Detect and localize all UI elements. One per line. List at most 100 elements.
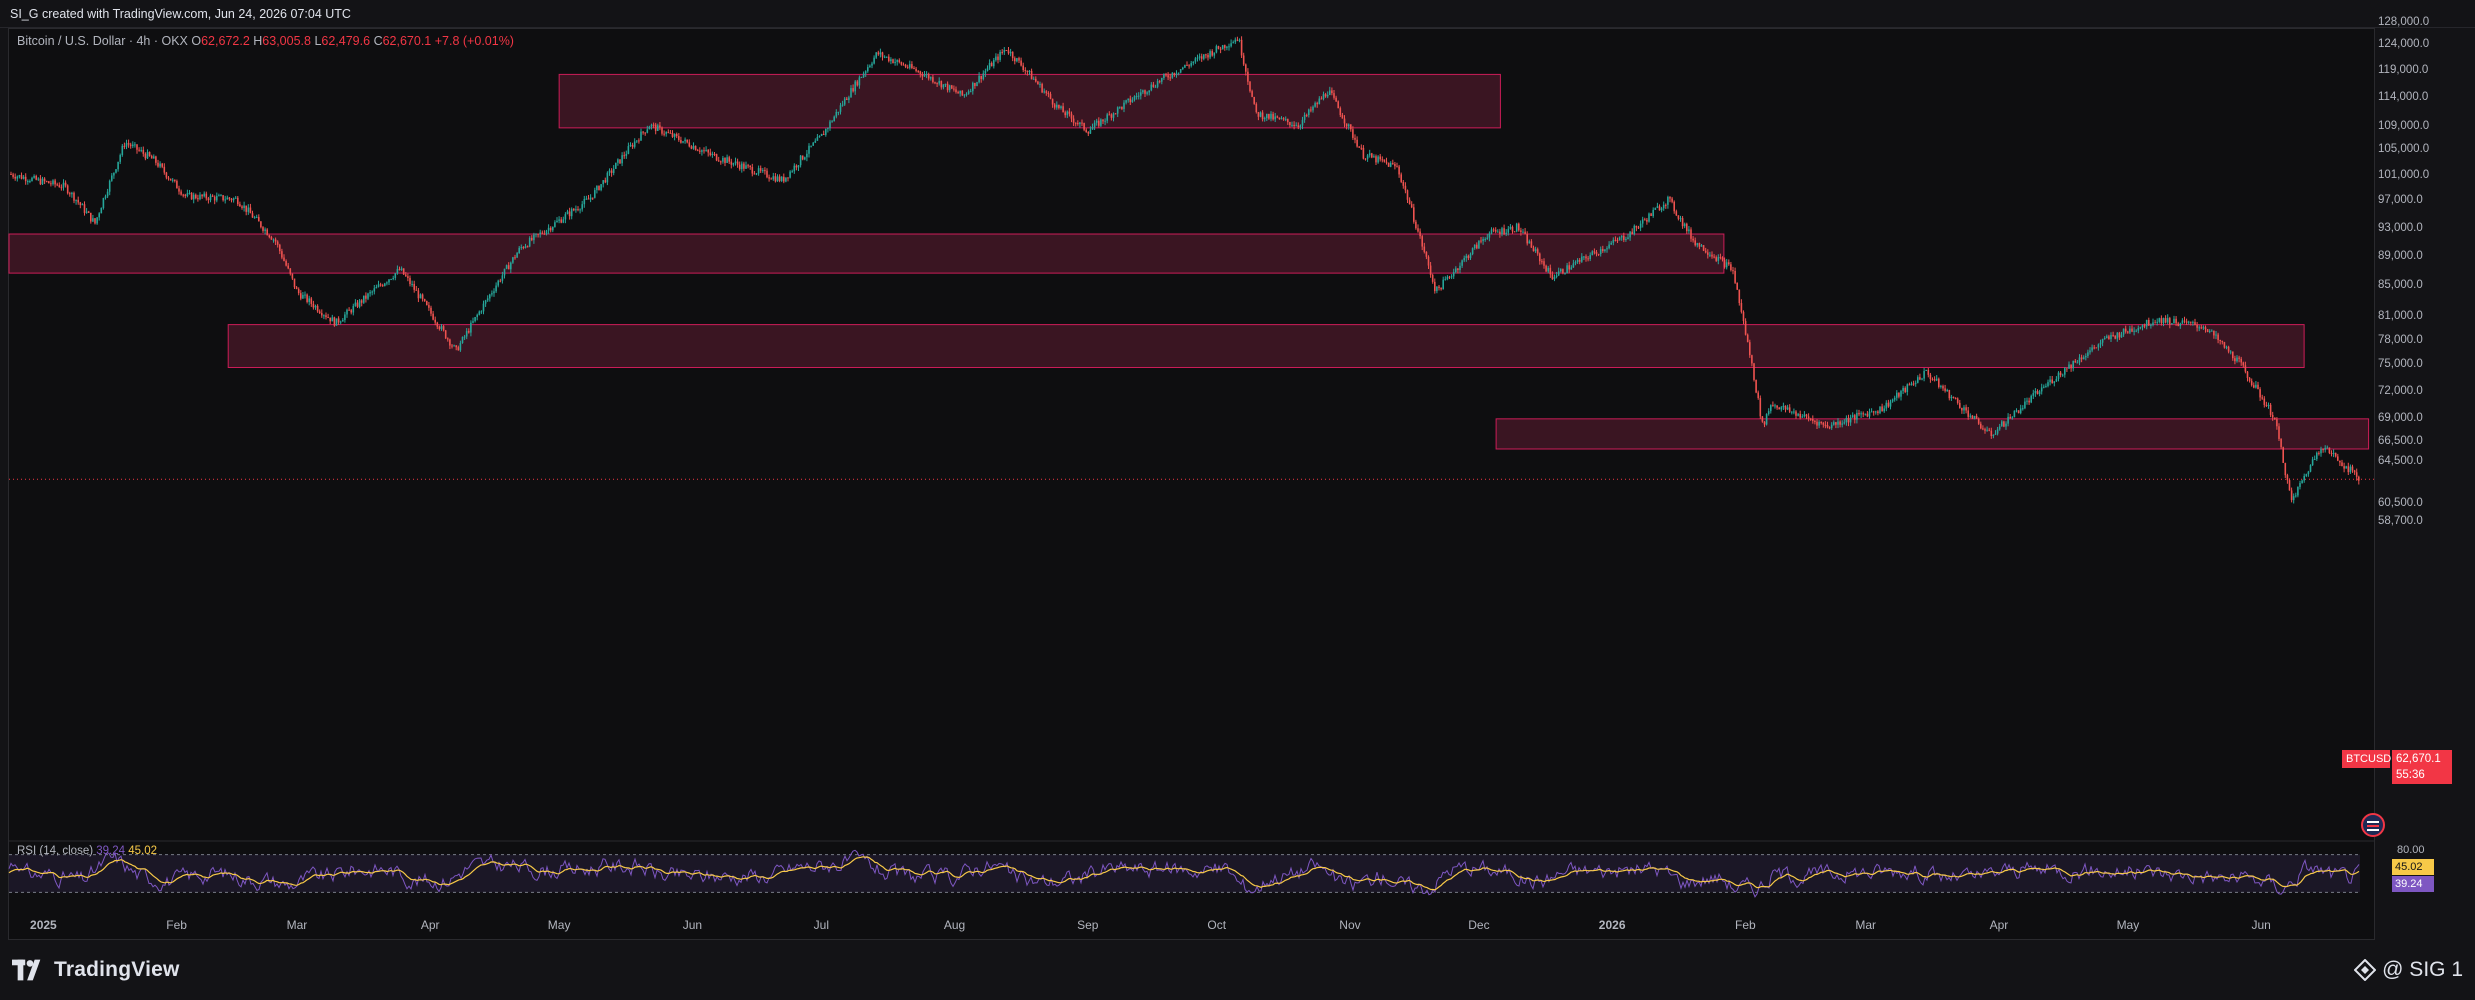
- candle-body-1114: [2349, 466, 2352, 473]
- candle-body-1004: [2118, 332, 2121, 338]
- candle-body-336: [715, 154, 718, 161]
- candle-body-156: [337, 318, 340, 323]
- candle-body-268: [573, 208, 575, 211]
- candle-body-778: [1644, 219, 1646, 221]
- candle-body-775: [1637, 227, 1640, 229]
- candle-body-725: [1532, 247, 1535, 252]
- candle-body-415: [881, 52, 884, 57]
- candle-body-911: [1923, 370, 1925, 379]
- candle-body-1055: [2225, 346, 2228, 348]
- candle-body-323: [688, 142, 691, 147]
- high-value: 63,005.8: [262, 34, 311, 48]
- candle-body-743: [1570, 267, 1573, 270]
- candle-body-1081: [2280, 438, 2282, 448]
- candle-body-250: [535, 233, 537, 235]
- candle-body-1074: [2265, 404, 2268, 406]
- y-tick-label-4: 109,000.0: [2378, 120, 2429, 132]
- candle-body-1005: [2120, 334, 2123, 338]
- candle-body-486: [1030, 70, 1033, 80]
- candle-body-471: [999, 51, 1001, 60]
- candle-body-348: [741, 163, 743, 170]
- candle-body-224: [480, 311, 483, 313]
- candle-body-255: [545, 230, 548, 235]
- candle-body-450: [955, 89, 957, 93]
- candle-body-601: [1272, 113, 1274, 120]
- candle-body-134: [291, 273, 294, 279]
- candle-body-532: [1127, 98, 1129, 101]
- candle-body-19: [50, 183, 52, 185]
- candle-body-483: [1024, 69, 1027, 71]
- x-tick-label-15: Apr: [1990, 918, 2009, 932]
- candle-body-885: [1868, 411, 1871, 417]
- candle-body-370: [787, 177, 789, 179]
- candle-body-429: [911, 64, 913, 69]
- candle-body-645: [1364, 158, 1367, 160]
- candle-body-120: [262, 227, 264, 231]
- candle-body-771: [1629, 231, 1631, 238]
- candle-body-267: [570, 208, 573, 217]
- candle-body-674: [1425, 251, 1428, 257]
- candle-body-14: [39, 178, 42, 185]
- candle-body-807: [1704, 250, 1707, 253]
- candle-body-635: [1343, 118, 1346, 124]
- y-tick-label-5: 105,000.0: [2378, 143, 2429, 155]
- candle-body-555: [1175, 73, 1178, 76]
- candle-body-566: [1198, 56, 1201, 58]
- candle-body-544: [1152, 84, 1155, 87]
- candle-body-699: [1478, 240, 1480, 249]
- candle-body-880: [1858, 412, 1860, 415]
- candle-body-910: [1921, 378, 1923, 380]
- candle-body-642: [1358, 146, 1360, 148]
- candle-body-515: [1091, 127, 1094, 130]
- candle-body-159: [344, 314, 346, 320]
- candle-body-596: [1261, 112, 1264, 120]
- candle-body-582: [1232, 42, 1234, 44]
- rsi-band: [9, 854, 2360, 893]
- candle-body-99: [218, 195, 220, 197]
- candle-body-100: [220, 195, 222, 197]
- candle-body-356: [757, 168, 760, 174]
- price-chart[interactable]: 128,000.0 124,000.0 119,000.0 114,000.0 109,…: [0, 0, 2475, 940]
- candle-body-215: [461, 336, 464, 344]
- candle-body-1021: [2154, 322, 2156, 324]
- candle-body-431: [915, 68, 917, 72]
- candle-body-58: [132, 144, 134, 147]
- flag-icon[interactable]: [2360, 812, 2386, 838]
- candle-body-8: [27, 181, 29, 183]
- candle-body-941: [1986, 429, 1988, 431]
- candle-body-936: [1975, 415, 1978, 419]
- candle-body-188: [405, 274, 407, 277]
- candle-body-965: [2036, 390, 2039, 395]
- candle-body-248: [531, 237, 533, 241]
- x-tick-label-13: Feb: [1735, 918, 1756, 932]
- candle-body-782: [1652, 209, 1654, 217]
- candle-body-1023: [2158, 318, 2161, 322]
- candle-body-290: [619, 159, 621, 164]
- candle-body-65: [146, 152, 149, 159]
- candle-body-984: [2076, 362, 2079, 364]
- candle-body-1110: [2341, 462, 2343, 467]
- candle-body-241: [516, 253, 518, 258]
- candle-body-603: [1276, 116, 1279, 118]
- candle-body-222: [476, 314, 478, 318]
- candle-body-860: [1816, 421, 1818, 426]
- candle-body-766: [1618, 237, 1621, 241]
- candle-body-1080: [2278, 426, 2280, 439]
- candle-body-173: [373, 288, 376, 292]
- candle-body-1103: [2326, 447, 2329, 449]
- candle-body-929: [1961, 407, 1963, 411]
- candle-body-574: [1215, 46, 1218, 53]
- candle-body-878: [1854, 415, 1856, 420]
- candle-body-204: [438, 326, 441, 329]
- candle-body-942: [1988, 429, 1990, 431]
- candle-body-599: [1268, 113, 1270, 119]
- tradingview-logo[interactable]: TradingView: [12, 958, 180, 982]
- candle-body-252: [539, 232, 541, 235]
- candle-body-296: [631, 144, 634, 147]
- candle-body-804: [1698, 243, 1701, 247]
- candle-body-161: [348, 309, 350, 311]
- candle-body-745: [1574, 261, 1577, 264]
- candle-body-1059: [2234, 358, 2236, 362]
- candle-body-292: [623, 155, 625, 157]
- candle-body-15: [41, 178, 44, 185]
